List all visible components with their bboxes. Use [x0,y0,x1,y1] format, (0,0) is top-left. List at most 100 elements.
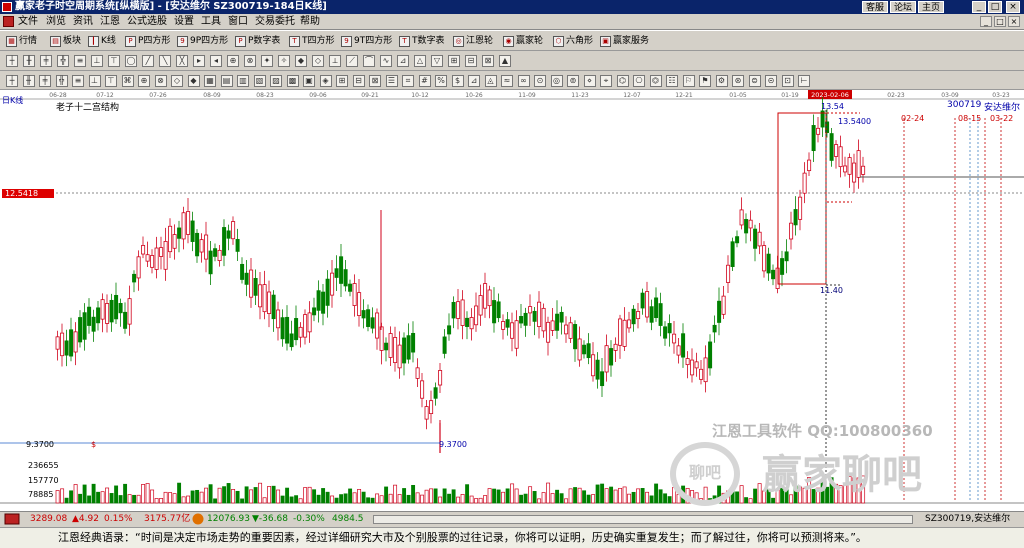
analysis-tool-icon[interactable]: ▨ [270,75,282,87]
draw-tool-icon[interactable]: ▲ [499,55,511,67]
draw-tool-icon[interactable]: ⊗ [244,55,256,67]
analysis-tool-icon[interactable]: ◎ [550,75,563,87]
analysis-tool-icon[interactable]: ◈ [319,75,332,87]
analysis-tool-icon[interactable]: ⊛ [732,75,744,87]
draw-tool-icon[interactable]: ⊿ [397,55,409,67]
analysis-tool-icon[interactable]: ▣ [303,75,315,87]
draw-tool-icon[interactable]: ▸ [193,55,205,67]
analysis-tool-icon[interactable]: ╬ [55,75,68,87]
analysis-tool-icon[interactable]: ⏣ [649,75,662,87]
analysis-tool-icon[interactable]: ⌘ [121,75,134,87]
analysis-tool-icon[interactable]: ∞ [517,75,530,87]
draw-tool-icon[interactable]: ⊟ [465,55,477,67]
analysis-tool-icon[interactable]: ⚙ [715,75,728,87]
child-minimize-button[interactable]: _ [980,16,992,27]
analysis-tool-icon[interactable]: ⊜ [748,75,761,87]
analysis-tool-icon[interactable]: ⊠ [369,75,381,87]
menu-gann[interactable]: 江恩 [100,16,120,28]
analysis-tool-icon[interactable]: $ [451,75,464,87]
t-square-button[interactable]: T T四方形 [289,34,335,48]
kline-chart-area[interactable]: 06-28 07-12 07-26 08-09 08-23 09-06 09-21 10-12… [0,90,1024,511]
draw-tool-icon[interactable]: ⌒ [363,55,375,67]
analysis-tool-icon[interactable]: ⚑ [699,75,711,87]
draw-tool-icon[interactable]: ⊠ [482,55,494,67]
analysis-tool-icon[interactable]: ⎔ [633,75,645,87]
draw-tool-icon[interactable]: ╪ [40,55,52,67]
homepage-link[interactable]: 主页 [917,1,944,13]
analysis-tool-icon[interactable]: ⊚ [567,75,579,87]
analysis-tool-icon[interactable]: ⊿ [468,75,480,87]
child-close-button[interactable]: × [1008,16,1020,27]
draw-tool-icon[interactable]: ▽ [431,55,443,67]
draw-tool-icon[interactable]: ┼ [6,55,18,67]
menu-settings[interactable]: 设置 [174,16,194,28]
draw-tool-icon[interactable]: ≡ [74,55,86,67]
draw-tool-icon[interactable]: ◇ [312,55,324,67]
draw-tool-icon[interactable]: ⊥ [91,55,103,67]
draw-tool-icon[interactable]: ✧ [278,55,290,67]
analysis-tool-icon[interactable]: ⊥ [88,75,101,87]
menu-window[interactable]: 窗口 [228,16,248,28]
analysis-tool-icon[interactable]: ≡ [72,75,84,87]
menu-formula[interactable]: 公式选股 [127,16,167,28]
draw-tool-icon[interactable]: ⟋ [346,55,358,67]
sectors-button[interactable]: ▤ 板块 [50,34,81,48]
analysis-tool-icon[interactable]: ⊕ [138,75,150,87]
winner-wheel-button[interactable]: ◉ 赢家轮 [503,34,543,48]
draw-tool-icon[interactable]: ⊕ [227,55,239,67]
analysis-tool-icon[interactable]: ▧ [253,75,266,87]
menu-info[interactable]: 资讯 [73,16,93,28]
draw-tool-icon[interactable]: ╳ [176,55,188,67]
hexagon-button[interactable]: ⬡ 六角形 [553,34,593,48]
draw-tool-icon[interactable]: △ [414,55,426,67]
draw-tool-icon[interactable]: ╲ [159,55,171,67]
kline-button[interactable]: ┃ K线 [88,34,116,48]
close-button[interactable]: × [1006,1,1020,13]
draw-tool-icon[interactable]: ⊞ [448,55,460,67]
draw-tool-icon[interactable]: ╱ [142,55,154,67]
analysis-tool-icon[interactable]: ☰ [385,75,398,87]
draw-tool-icon[interactable]: ✦ [261,55,273,67]
analysis-tool-icon[interactable]: ▦ [204,75,216,87]
analysis-tool-icon[interactable]: ⚐ [682,75,695,87]
menu-file[interactable]: 文件 [18,16,38,28]
minimize-button[interactable]: _ [972,1,986,13]
menu-help[interactable]: 帮助 [300,16,320,28]
analysis-tool-icon[interactable]: ▥ [237,75,249,87]
analysis-tool-icon[interactable]: % [435,75,447,87]
analysis-tool-icon[interactable]: ⊞ [336,75,348,87]
draw-tool-icon[interactable]: ╫ [23,55,35,67]
analysis-tool-icon[interactable]: ⊡ [781,75,794,87]
menu-trade[interactable]: 交易委托 [255,16,295,28]
draw-tool-icon[interactable]: ◯ [125,55,137,67]
analysis-tool-icon[interactable]: ▩ [286,75,299,87]
analysis-tool-icon[interactable]: ⊝ [765,75,777,87]
analysis-tool-icon[interactable]: ◇ [171,75,183,87]
analysis-tool-icon[interactable]: ┼ [6,75,18,87]
analysis-tool-icon[interactable]: ⊟ [352,75,365,87]
customer-service-link[interactable]: 客服 [861,1,888,13]
maximize-button[interactable]: □ [988,1,1002,13]
analysis-tool-icon[interactable]: ╪ [39,75,51,87]
gann-wheel-button[interactable]: ◎ 江恩轮 [453,34,493,48]
t-number-table-button[interactable]: T T数字表 [399,34,445,48]
draw-tool-icon[interactable]: ╬ [57,55,69,67]
analysis-tool-icon[interactable]: ⊢ [798,75,810,87]
draw-tool-icon[interactable]: ⟂ [329,55,341,67]
analysis-tool-icon[interactable]: ⌖ [600,75,612,87]
horizontal-scrollbar[interactable] [373,515,913,524]
forum-link[interactable]: 论坛 [889,1,916,13]
9p-square-button[interactable]: 9 9P四方形 [177,34,228,48]
analysis-tool-icon[interactable]: ⋄ [583,75,596,87]
p-square-button[interactable]: P P四方形 [125,34,170,48]
analysis-tool-icon[interactable]: ⊙ [534,75,546,87]
analysis-tool-icon[interactable]: ☷ [666,75,678,87]
draw-tool-icon[interactable]: ⊤ [108,55,120,67]
analysis-tool-icon[interactable]: ▤ [220,75,233,87]
analysis-tool-icon[interactable]: ⊤ [105,75,117,87]
analysis-tool-icon[interactable]: ⌗ [402,75,414,87]
winner-service-button[interactable]: ▣ 赢家服务 [600,34,649,48]
draw-tool-icon[interactable]: ◂ [210,55,222,67]
analysis-tool-icon[interactable]: ◆ [187,75,200,87]
menu-tools[interactable]: 工具 [201,16,221,28]
